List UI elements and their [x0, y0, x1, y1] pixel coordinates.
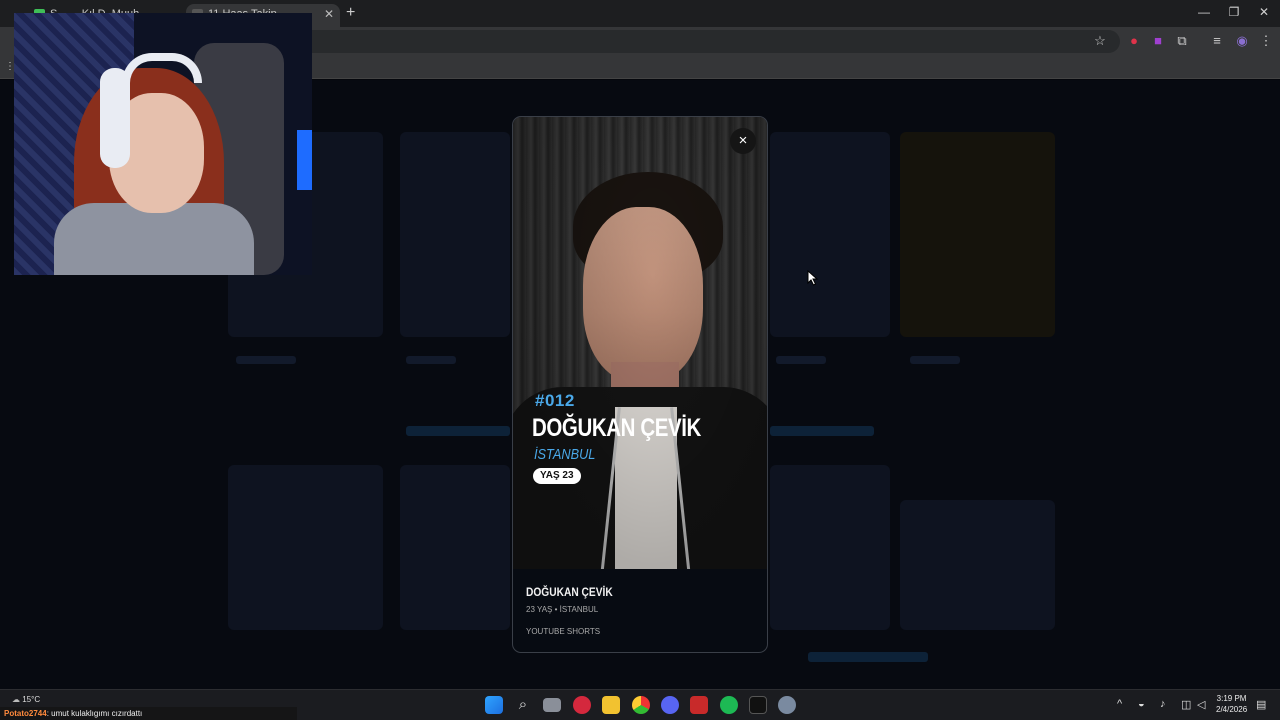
webcam-light: [297, 130, 312, 190]
photo-shade: [513, 117, 767, 569]
placeholder-button: [808, 652, 928, 662]
profile-city-overlay: İSTANBUL: [534, 446, 596, 463]
mouse-cursor-icon: [807, 269, 819, 291]
placeholder-line: [910, 356, 960, 364]
weather-temp: 15°C: [22, 695, 41, 704]
weather-cloud-icon: ☁: [12, 695, 20, 704]
profile-id: #012: [535, 391, 575, 410]
app-news-icon[interactable]: [690, 696, 708, 714]
app-dark-icon[interactable]: [749, 696, 767, 714]
discord-icon[interactable]: [661, 696, 679, 714]
weather-widget[interactable]: ☁ 15°C: [12, 695, 40, 704]
tray-network-app-icon[interactable]: ◒: [1138, 698, 1145, 710]
webcam-overlay: [14, 13, 312, 275]
wifi-icon[interactable]: ◫: [1181, 698, 1191, 711]
notification-icon[interactable]: ▤: [1256, 698, 1266, 711]
microphone-icon[interactable]: ♪: [1160, 698, 1166, 710]
app-red-icon[interactable]: [573, 696, 591, 714]
profile-icon[interactable]: ◉: [1234, 33, 1250, 49]
card-placeholder: [900, 500, 1055, 630]
clock-date: 2/4/2026: [1216, 705, 1248, 714]
task-view-icon[interactable]: [543, 698, 561, 712]
placeholder-line: [776, 356, 826, 364]
headphones-icon: [100, 68, 130, 168]
headphones-band: [122, 53, 202, 83]
placeholder-button: [406, 426, 510, 436]
settings-icon[interactable]: [778, 696, 796, 714]
profile-meta: 23 YAŞ • İSTANBUL: [526, 605, 599, 614]
puzzle-icon[interactable]: ⧉: [1174, 33, 1190, 49]
new-tab-button[interactable]: +: [346, 4, 355, 22]
card-placeholder: [770, 465, 890, 630]
windows-taskbar: ☁ 15°C Potato2744: umut kulaklıgımı cızı…: [0, 689, 1280, 720]
card-placeholder: [400, 465, 510, 630]
webcam-body: [54, 203, 254, 275]
screen: Ş... ... Kıl D. Muuh ... ... 11 Haas Tak…: [0, 0, 1280, 720]
close-window-button[interactable]: ✕: [1256, 5, 1272, 19]
volume-icon[interactable]: ◁: [1197, 698, 1205, 711]
tray-chevron-icon[interactable]: ^: [1117, 698, 1122, 710]
minimize-button[interactable]: —: [1196, 5, 1212, 19]
age-badge: YAŞ 23: [533, 468, 581, 484]
windows-start-icon[interactable]: [485, 696, 503, 714]
chat-username: Potato2744: [4, 709, 47, 718]
card-placeholder: [900, 132, 1055, 337]
card-placeholder: [770, 132, 890, 337]
placeholder-button: [770, 426, 874, 436]
chat-message: Potato2744: umut kulaklıgımı cızırdattı: [0, 707, 297, 720]
chrome-icon[interactable]: [632, 696, 650, 714]
file-explorer-icon[interactable]: [602, 696, 620, 714]
profile-title: DOĞUKAN ÇEVİK: [526, 585, 613, 599]
tab-close-icon[interactable]: ✕: [324, 4, 334, 25]
bookmark-star-icon[interactable]: ☆: [1092, 33, 1108, 49]
card-placeholder: [400, 132, 510, 337]
clock-time: 3:19 PM: [1216, 694, 1247, 703]
profile-modal: #012 DOĞUKAN ÇEVİK İSTANBUL YAŞ 23 × DOĞ…: [512, 116, 768, 653]
profile-photo: #012 DOĞUKAN ÇEVİK İSTANBUL YAŞ 23: [513, 117, 767, 569]
profile-name-overlay: DOĞUKAN ÇEVİK: [532, 414, 701, 442]
media-icon[interactable]: ≡: [1209, 33, 1225, 49]
chat-text: : umut kulaklıgımı cızırdattı: [46, 709, 143, 718]
placeholder-line: [406, 356, 456, 364]
restore-button[interactable]: ❐: [1226, 5, 1242, 19]
placeholder-line: [236, 356, 296, 364]
menu-icon[interactable]: ⋮: [1258, 33, 1274, 49]
profile-source: YOUTUBE SHORTS: [526, 627, 601, 636]
spotify-icon[interactable]: [720, 696, 738, 714]
ext-red-icon[interactable]: ●: [1126, 33, 1142, 49]
card-placeholder: [228, 465, 383, 630]
modal-close-button[interactable]: ×: [730, 128, 756, 154]
search-icon[interactable]: ⌕: [514, 696, 532, 714]
system-clock[interactable]: 3:19 PM 2/4/2026: [1216, 693, 1247, 715]
ext-purple-icon[interactable]: ■: [1150, 33, 1166, 49]
